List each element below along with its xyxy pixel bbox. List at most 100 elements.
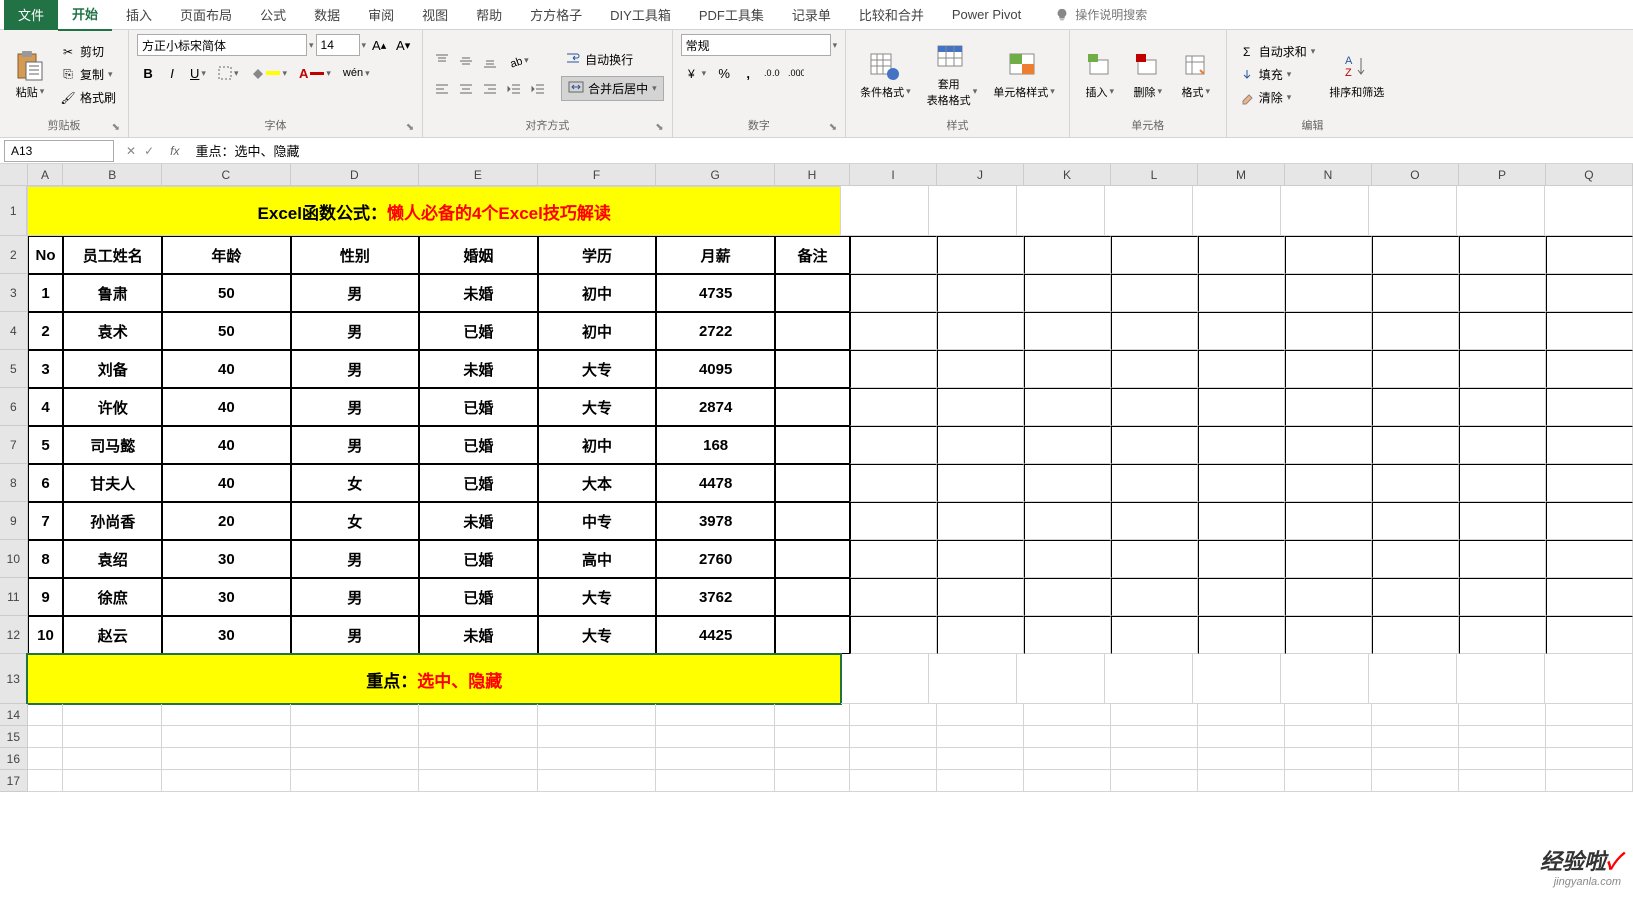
table-cell[interactable]: 未婚 xyxy=(419,350,538,388)
empty-cell[interactable] xyxy=(1285,274,1372,312)
empty-cell[interactable] xyxy=(929,186,1017,236)
empty-cell[interactable] xyxy=(1024,616,1111,654)
empty-cell[interactable] xyxy=(937,704,1024,726)
number-launcher[interactable]: ⬊ xyxy=(829,122,837,133)
increase-decimal-button[interactable]: .0.00 xyxy=(761,62,783,84)
table-header-cell[interactable]: 学历 xyxy=(538,236,657,274)
table-cell[interactable]: 2760 xyxy=(656,540,775,578)
empty-cell[interactable] xyxy=(850,312,937,350)
table-cell[interactable] xyxy=(775,274,850,312)
row-header[interactable]: 10 xyxy=(0,540,28,578)
table-cell[interactable]: 司马懿 xyxy=(63,426,162,464)
empty-cell[interactable] xyxy=(1546,770,1633,792)
size-dropdown-icon[interactable]: ▾ xyxy=(362,40,367,51)
table-cell[interactable] xyxy=(775,502,850,540)
empty-cell[interactable] xyxy=(1111,770,1198,792)
tab-data[interactable]: 数据 xyxy=(300,0,354,30)
empty-cell[interactable] xyxy=(28,704,64,726)
table-cell[interactable]: 男 xyxy=(291,426,420,464)
table-header-cell[interactable]: 备注 xyxy=(775,236,850,274)
font-color-button[interactable]: A▾ xyxy=(294,62,336,84)
row-header[interactable]: 16 xyxy=(0,748,28,770)
align-right-button[interactable] xyxy=(479,78,501,100)
empty-cell[interactable] xyxy=(775,748,850,770)
row-header[interactable]: 13 xyxy=(0,654,27,704)
empty-cell[interactable] xyxy=(1024,236,1111,274)
table-cell[interactable]: 8 xyxy=(28,540,64,578)
table-cell[interactable]: 4 xyxy=(28,388,64,426)
empty-cell[interactable] xyxy=(28,770,64,792)
empty-cell[interactable] xyxy=(850,388,937,426)
empty-cell[interactable] xyxy=(937,748,1024,770)
copy-button[interactable]: ⎘ 复制▾ xyxy=(56,64,120,85)
empty-cell[interactable] xyxy=(656,748,775,770)
table-cell[interactable] xyxy=(775,464,850,502)
empty-cell[interactable] xyxy=(1105,654,1193,704)
align-bottom-button[interactable] xyxy=(479,50,501,72)
empty-cell[interactable] xyxy=(1546,578,1633,616)
table-cell[interactable]: 大专 xyxy=(538,388,657,426)
empty-cell[interactable] xyxy=(775,770,850,792)
empty-cell[interactable] xyxy=(1198,274,1285,312)
empty-cell[interactable] xyxy=(1285,726,1372,748)
empty-cell[interactable] xyxy=(1546,274,1633,312)
table-cell[interactable]: 20 xyxy=(162,502,291,540)
empty-cell[interactable] xyxy=(1198,502,1285,540)
font-size-select[interactable] xyxy=(316,34,360,56)
empty-cell[interactable] xyxy=(1285,540,1372,578)
empty-cell[interactable] xyxy=(937,312,1024,350)
empty-cell[interactable] xyxy=(1198,578,1285,616)
empty-cell[interactable] xyxy=(656,770,775,792)
table-cell[interactable]: 初中 xyxy=(538,312,657,350)
number-format-dropdown[interactable]: ▾ xyxy=(833,40,838,51)
empty-cell[interactable] xyxy=(1459,236,1546,274)
table-cell[interactable]: 未婚 xyxy=(419,274,538,312)
tab-pivot[interactable]: Power Pivot xyxy=(938,1,1035,28)
empty-cell[interactable] xyxy=(937,502,1024,540)
empty-cell[interactable] xyxy=(1546,388,1633,426)
empty-cell[interactable] xyxy=(850,748,937,770)
empty-cell[interactable] xyxy=(1193,186,1281,236)
empty-cell[interactable] xyxy=(850,616,937,654)
row-header[interactable]: 17 xyxy=(0,770,28,792)
table-cell[interactable]: 男 xyxy=(291,274,420,312)
conditional-format-button[interactable]: 条件格式▾ xyxy=(854,46,917,104)
row-header[interactable]: 6 xyxy=(0,388,28,426)
clipboard-launcher[interactable]: ⬊ xyxy=(112,122,120,133)
empty-cell[interactable] xyxy=(850,770,937,792)
merge-center-button[interactable]: 合并后居中▾ xyxy=(561,76,664,101)
empty-cell[interactable] xyxy=(1111,540,1198,578)
empty-cell[interactable] xyxy=(28,748,64,770)
tab-layout[interactable]: 页面布局 xyxy=(166,0,246,30)
empty-cell[interactable] xyxy=(1024,770,1111,792)
empty-cell[interactable] xyxy=(1111,388,1198,426)
table-cell[interactable]: 2722 xyxy=(656,312,775,350)
empty-cell[interactable] xyxy=(850,464,937,502)
empty-cell[interactable] xyxy=(1459,770,1546,792)
empty-cell[interactable] xyxy=(937,236,1024,274)
empty-cell[interactable] xyxy=(1111,502,1198,540)
table-cell[interactable]: 男 xyxy=(291,578,420,616)
empty-cell[interactable] xyxy=(162,770,291,792)
tab-pdf[interactable]: PDF工具集 xyxy=(685,0,778,30)
paste-button[interactable]: 粘贴▾ xyxy=(8,46,52,104)
empty-cell[interactable] xyxy=(1546,704,1633,726)
table-cell[interactable] xyxy=(775,426,850,464)
table-cell[interactable]: 30 xyxy=(162,578,291,616)
empty-cell[interactable] xyxy=(1111,578,1198,616)
empty-cell[interactable] xyxy=(1459,312,1546,350)
table-cell[interactable]: 中专 xyxy=(538,502,657,540)
empty-cell[interactable] xyxy=(1372,274,1459,312)
empty-cell[interactable] xyxy=(1111,236,1198,274)
empty-cell[interactable] xyxy=(1285,388,1372,426)
table-cell[interactable]: 袁术 xyxy=(63,312,162,350)
table-cell[interactable]: 已婚 xyxy=(419,426,538,464)
table-cell[interactable]: 7 xyxy=(28,502,64,540)
empty-cell[interactable] xyxy=(1285,770,1372,792)
row-header[interactable]: 3 xyxy=(0,274,28,312)
clear-button[interactable]: 清除▾ xyxy=(1235,87,1320,108)
tab-help[interactable]: 帮助 xyxy=(462,0,516,30)
empty-cell[interactable] xyxy=(1111,464,1198,502)
delete-cells-button[interactable]: 删除▾ xyxy=(1126,46,1170,104)
empty-cell[interactable] xyxy=(1024,704,1111,726)
